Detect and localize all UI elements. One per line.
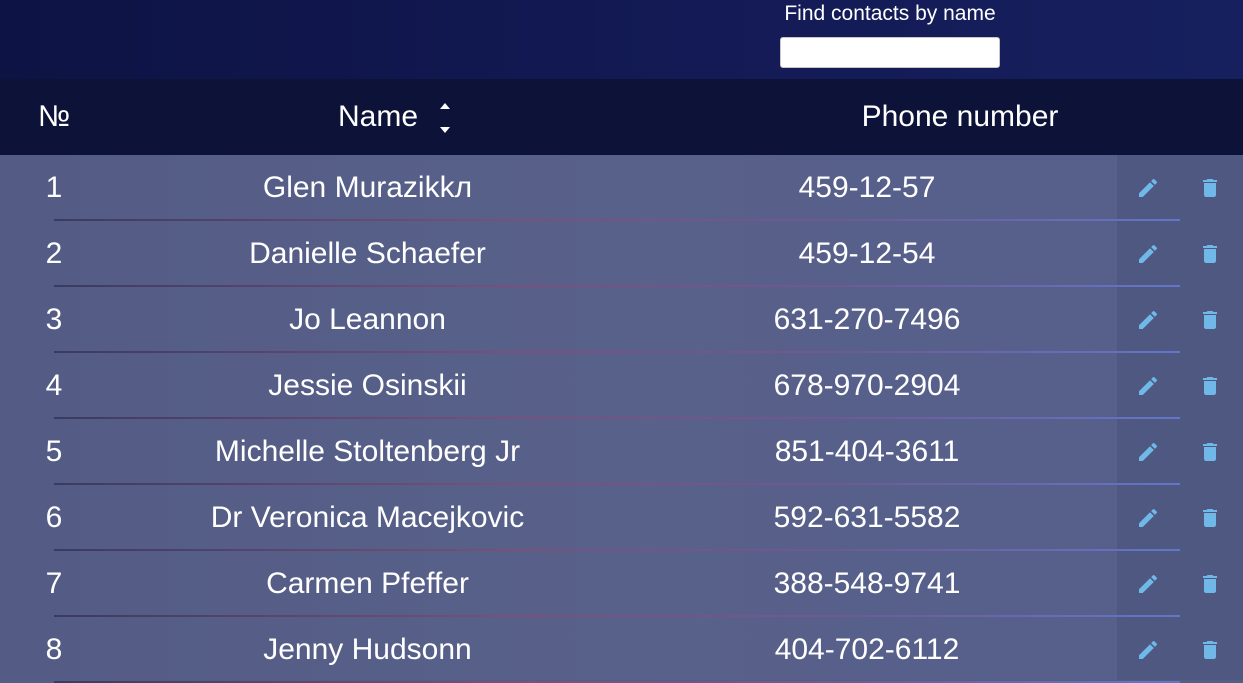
trash-icon[interactable] [1198, 572, 1222, 596]
contact-phone: 404-702-6112 [774, 633, 960, 666]
column-header-phone: Phone number [861, 100, 1059, 133]
row-number: 3 [45, 303, 63, 336]
row-number: 8 [45, 633, 63, 666]
trash-icon[interactable] [1198, 506, 1222, 530]
contact-name: Carmen Pfeffer [266, 567, 469, 600]
table-row: 6 Dr Veronica Macejkovic 592-631-5582 [0, 485, 1243, 551]
contact-phone: 592-631-5582 [773, 501, 961, 534]
pencil-icon[interactable] [1136, 374, 1160, 398]
contact-phone: 678-970-2904 [773, 369, 961, 402]
trash-icon[interactable] [1198, 242, 1222, 266]
row-number: 7 [45, 567, 63, 600]
table-row: 1 Glen Murazikkл 459-12-57 [0, 155, 1243, 221]
top-bar: Find contacts by name [0, 0, 1243, 79]
table-row: 3 Jo Leannon 631-270-7496 [0, 287, 1243, 353]
trash-icon[interactable] [1198, 374, 1222, 398]
trash-icon[interactable] [1198, 308, 1222, 332]
pencil-icon[interactable] [1136, 242, 1160, 266]
trash-icon[interactable] [1198, 638, 1222, 662]
contact-name: Glen Murazikkл [262, 171, 473, 204]
column-header-number: № [38, 100, 71, 133]
pencil-icon[interactable] [1136, 506, 1160, 530]
contact-phone: 459-12-54 [798, 237, 936, 270]
row-number: 4 [45, 369, 63, 402]
table-row: 2 Danielle Schaefer 459-12-54 [0, 221, 1243, 287]
row-number: 1 [45, 171, 63, 204]
contact-name: Jo Leannon [289, 303, 446, 336]
row-number: 5 [45, 435, 63, 468]
table-row: 7 Carmen Pfeffer 388-548-9741 [0, 551, 1243, 617]
contact-phone: 388-548-9741 [773, 567, 961, 600]
table-header: № Name Phone number [0, 79, 1243, 155]
pencil-icon[interactable] [1136, 572, 1160, 596]
contact-phone: 631-270-7496 [773, 303, 961, 336]
contact-name: Michelle Stoltenberg Jr [214, 435, 521, 468]
pencil-icon[interactable] [1136, 440, 1160, 464]
contact-name: Danielle Schaefer [249, 237, 486, 270]
contact-name: Dr Veronica Macejkovic [210, 501, 525, 534]
row-number: 6 [45, 501, 63, 534]
pencil-icon[interactable] [1136, 308, 1160, 332]
trash-icon[interactable] [1198, 440, 1222, 464]
pencil-icon[interactable] [1136, 176, 1160, 200]
contacts-table-body: 1 Glen Murazikkл 459-12-57 2 Danielle Sc… [0, 155, 1243, 683]
contact-phone: 459-12-57 [798, 171, 936, 204]
trash-icon[interactable] [1198, 176, 1222, 200]
search-input[interactable] [780, 37, 1000, 68]
pencil-icon[interactable] [1136, 638, 1160, 662]
search-label: Find contacts by name [784, 2, 996, 25]
table-row: 4 Jessie Osinskii 678-970-2904 [0, 353, 1243, 419]
row-number: 2 [45, 237, 63, 270]
contact-phone: 851-404-3611 [774, 435, 960, 468]
table-row: 5 Michelle Stoltenberg Jr 851-404-3611 [0, 419, 1243, 485]
table-row: 8 Jenny Hudsonn 404-702-6112 [0, 617, 1243, 683]
contact-name: Jenny Hudsonn [263, 633, 472, 666]
contact-name: Jessie Osinskii [268, 369, 467, 402]
sort-arrows-icon[interactable] [438, 103, 452, 133]
